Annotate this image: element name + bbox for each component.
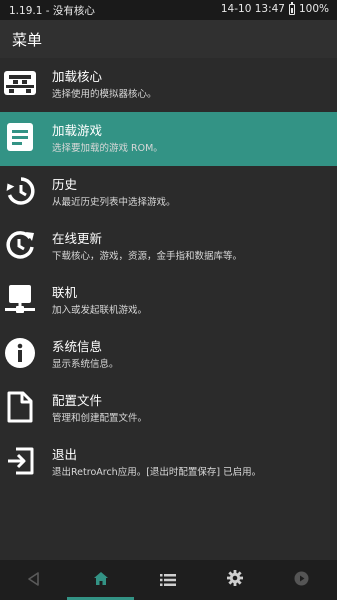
list-button[interactable] [134,560,201,600]
menu-item-netplay[interactable]: 联机 加入或发起联机游戏。 [0,274,337,328]
battery-level: 100% [298,3,329,15]
status-right: 14-10 13:47 100% [220,1,329,15]
menu-item-sublabel: 从最近历史列表中选择游戏。 [52,197,176,208]
settings-icon [226,570,243,590]
page-title: 菜单 [12,30,43,49]
settings-button[interactable] [201,560,268,600]
playlist-button[interactable] [268,560,335,600]
home-button[interactable] [67,560,134,600]
retroarch-invader-icon [3,66,37,100]
menu-item-sublabel: 选择使用的模拟器核心。 [52,89,157,100]
menu-item-label: 联机 [52,285,78,300]
menu-item-sublabel: 下载核心，游戏，资源，金手指和数据库等。 [52,251,243,262]
status-left-text: 1.19.1 - 没有核心 [9,5,95,17]
bottom-nav [0,560,337,600]
menu-item-label: 在线更新 [52,231,103,246]
menu-item-sublabel: 退出RetroArch应用。[退出时配置保存] 已启用。 [52,467,262,478]
menu-item-load-core[interactable]: 加载核心 选择使用的模拟器核心。 [0,58,337,112]
menu-item-label: 加载核心 [52,69,103,84]
history-icon [3,174,37,208]
home-icon [93,571,109,590]
menu-item-label: 退出 [52,447,78,462]
menu-item-quit[interactable]: 退出 退出RetroArch应用。[退出时配置保存] 已启用。 [0,436,337,490]
menu-item-load-content[interactable]: 加载游戏 选择要加载的游戏 ROM。 [0,112,337,166]
menu-item-online-updater[interactable]: 在线更新 下载核心，游戏，资源，金手指和数据库等。 [0,220,337,274]
menu-item-label: 系统信息 [52,339,103,354]
app-bar: 菜单 [0,20,337,58]
status-bar: 1.19.1 - 没有核心 14-10 13:47 100% [0,0,337,20]
menu-item-sublabel: 加入或发起联机游戏。 [52,305,148,316]
file-icon [3,390,37,424]
menu-item-config-file[interactable]: 配置文件 管理和创建配置文件。 [0,382,337,436]
network-icon [3,282,37,316]
menu-item-label: 配置文件 [52,393,103,408]
battery-icon [288,1,295,15]
info-icon [3,336,37,370]
update-icon [3,228,37,262]
document-lines-icon [3,120,37,154]
status-time: 14-10 13:47 [220,3,285,15]
playlist-icon [294,571,309,590]
menu-item-history[interactable]: 历史 从最近历史列表中选择游戏。 [0,166,337,220]
menu-item-sublabel: 显示系统信息。 [52,359,119,370]
menu-item-sublabel: 选择要加载的游戏 ROM。 [52,143,163,154]
back-icon [27,571,41,590]
back-button[interactable] [0,560,67,600]
list-icon [159,571,176,590]
menu-item-label: 加载游戏 [52,123,103,138]
menu-item-system-info[interactable]: 系统信息 显示系统信息。 [0,328,337,382]
main-menu: 加载核心 选择使用的模拟器核心。 加载游戏 选择要加载的游戏 ROM。 历史 从… [0,58,337,490]
menu-item-sublabel: 管理和创建配置文件。 [52,413,148,424]
menu-item-label: 历史 [52,177,78,192]
exit-icon [3,444,37,478]
